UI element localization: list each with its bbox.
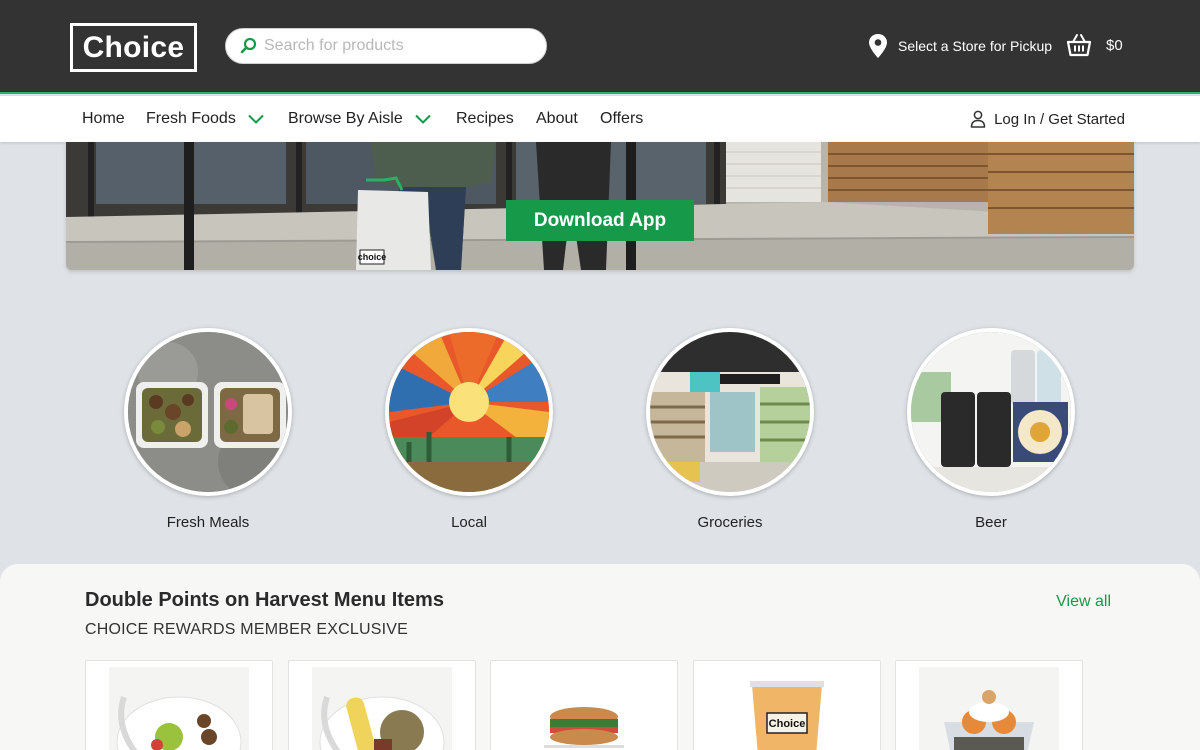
nav-item-about[interactable]: About <box>536 96 578 142</box>
product-card[interactable] <box>490 660 678 750</box>
category-beer[interactable]: Beer <box>906 328 1076 531</box>
search-icon <box>240 37 257 54</box>
top-bar: Choice Select a Store for Pickup $0 <box>0 0 1200 94</box>
main-nav: Home Fresh Foods Browse By Aisle Recipes… <box>0 96 1200 142</box>
category-groceries[interactable]: Groceries <box>645 328 815 531</box>
cart-button[interactable]: $0 <box>1066 30 1123 60</box>
product-card[interactable] <box>895 660 1083 750</box>
promo-section: Double Points on Harvest Menu Items CHOI… <box>0 564 1200 750</box>
product-card[interactable] <box>85 660 273 750</box>
category-label: Groceries <box>697 514 763 531</box>
nav-item-browse-by-aisle[interactable]: Browse By Aisle <box>288 96 431 142</box>
nav-item-label: Offers <box>600 110 644 127</box>
bag-logo-text: choice <box>358 252 387 262</box>
product-image <box>312 667 452 750</box>
nav-item-fresh-foods[interactable]: Fresh Foods <box>146 96 264 142</box>
category-label: Fresh Meals <box>166 514 250 531</box>
category-image <box>124 328 292 496</box>
nav-item-label: Fresh Foods <box>146 110 236 127</box>
map-pin-icon <box>869 34 887 58</box>
promo-subtitle: CHOICE REWARDS MEMBER EXCLUSIVE <box>85 621 408 638</box>
product-image: Choice <box>717 667 857 750</box>
category-image <box>907 328 1075 496</box>
cup-logo-text: Choice <box>769 718 806 730</box>
category-local[interactable]: Local <box>384 328 554 531</box>
nav-item-label: Recipes <box>456 110 514 127</box>
select-store-label: Select a Store for Pickup <box>898 38 1053 54</box>
basket-icon <box>1066 34 1092 57</box>
view-all-link[interactable]: View all <box>1056 593 1111 611</box>
chevron-down-icon <box>248 114 264 124</box>
search-input[interactable] <box>264 37 524 55</box>
nav-item-label: About <box>536 110 578 127</box>
nav-item-label: Browse By Aisle <box>288 110 403 127</box>
category-fresh-meals[interactable]: Fresh Meals <box>123 328 293 531</box>
nav-item-label: Home <box>82 110 125 127</box>
promo-title: Double Points on Harvest Menu Items <box>85 589 444 611</box>
login-link[interactable]: Log In / Get Started <box>970 96 1125 142</box>
chevron-down-icon <box>415 114 431 124</box>
category-image <box>385 328 553 496</box>
nav-item-home[interactable]: Home <box>82 96 125 142</box>
category-label: Local <box>451 514 487 531</box>
product-card[interactable]: Choice <box>693 660 881 750</box>
cart-total: $0 <box>1106 36 1123 54</box>
nav-item-offers[interactable]: Offers <box>600 96 643 142</box>
search-box[interactable] <box>225 28 547 64</box>
category-image <box>646 328 814 496</box>
nav-item-recipes[interactable]: Recipes <box>456 96 514 142</box>
select-store-link[interactable]: Select a Store for Pickup <box>868 33 1052 59</box>
product-image <box>514 667 654 750</box>
category-label: Beer <box>975 514 1007 531</box>
product-image <box>919 667 1059 750</box>
choice-logo[interactable]: Choice <box>70 23 197 72</box>
hero-banner: choice Download App <box>66 142 1134 270</box>
user-icon <box>970 110 986 128</box>
product-card[interactable] <box>288 660 476 750</box>
login-label: Log In / Get Started <box>994 110 1125 128</box>
download-app-button[interactable]: Download App <box>506 200 694 241</box>
product-image <box>109 667 249 750</box>
